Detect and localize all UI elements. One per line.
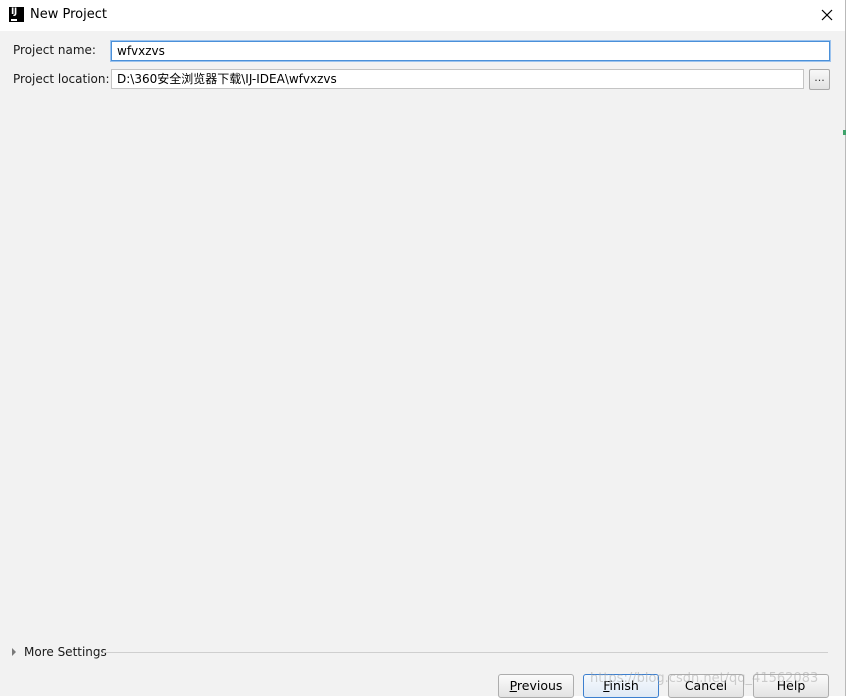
project-location-input[interactable]: D:\360安全浏览器下载\IJ-IDEA\wfvxzvs — [111, 69, 804, 89]
watermark-text: https://blog.csdn.net/qq_41562083 — [590, 671, 819, 686]
intellij-logo-icon: IJ — [9, 7, 24, 22]
project-location-label: Project location: — [13, 72, 110, 86]
previous-button[interactable]: Previous — [498, 674, 574, 698]
more-settings-label: More Settings — [24, 645, 107, 659]
close-icon — [821, 9, 833, 21]
project-name-label: Project name: — [13, 43, 96, 57]
close-button[interactable] — [809, 0, 845, 31]
new-project-dialog: IJ New Project Project name: wfvxzvs Pro… — [0, 0, 846, 698]
project-name-input[interactable]: wfvxzvs — [111, 41, 830, 61]
browse-location-button[interactable]: ... — [809, 69, 830, 90]
more-settings-separator — [103, 652, 828, 653]
title-bar: IJ New Project — [0, 0, 845, 31]
window-title: New Project — [30, 7, 107, 22]
expand-arrow-icon — [12, 648, 16, 656]
